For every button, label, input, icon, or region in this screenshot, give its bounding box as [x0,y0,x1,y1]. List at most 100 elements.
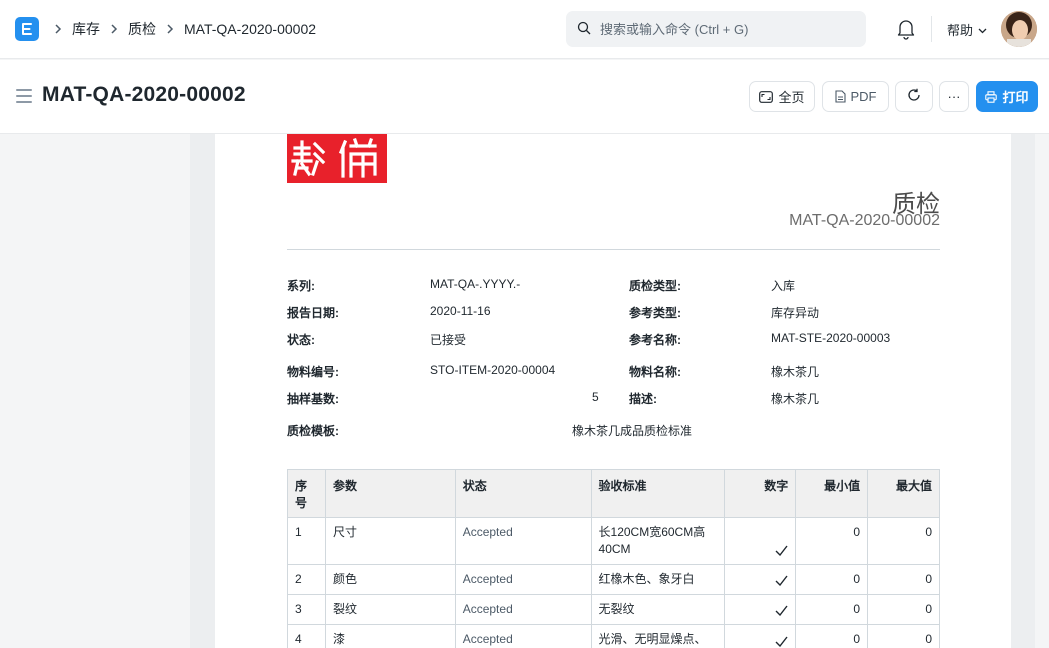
series-value: MAT-QA-.YYYY.- [430,277,521,291]
item-code-label: 物料编号: [287,365,339,379]
item-code-value: STO-ITEM-2020-00004 [430,363,556,377]
description-value: 橡木茶几 [771,392,820,406]
table-row: 3 裂纹 Accepted 无裂纹 0 0 [287,594,940,625]
inspection-type-value: 入库 [771,279,796,293]
chevron-right-icon [110,21,118,37]
row-parameter: 裂纹 [324,594,456,625]
table-header-row: 序号 参数 状态 验收标准 数字 最小值 最大值 [287,469,940,518]
item-name-value: 橡木茶几 [771,365,820,379]
notification-bell-icon[interactable] [896,18,916,40]
row-numeric [724,564,797,595]
row-criteria: 无裂纹 [590,594,726,625]
col-header-idx: 序号 [287,469,326,518]
print-button[interactable]: 打印 [976,81,1038,112]
row-status: Accepted [454,517,592,565]
user-avatar[interactable] [1001,11,1037,47]
full-page-button[interactable]: 全页 [749,81,815,112]
chevron-right-icon [166,21,174,37]
table-row: 1 尺寸 Accepted 长120CM宽60CM高40CM 0 0 [287,517,940,565]
col-header-parameter: 参数 [324,469,456,518]
reference-type-value: 库存异动 [771,306,820,320]
more-actions-button[interactable]: ··· [939,81,969,112]
col-header-status: 状态 [454,469,592,518]
sample-size-label: 抽样基数: [287,392,339,406]
row-parameter: 颜色 [324,564,456,595]
pdf-button[interactable]: PDF [822,81,889,112]
checkmark-icon [775,604,788,621]
checkmark-icon [775,574,788,591]
row-idx: 3 [287,594,326,625]
reference-name-value: MAT-STE-2020-00003 [771,331,891,345]
col-header-min: 最小值 [795,469,869,518]
row-criteria: 光滑、无明显燥点、颜色一致无明显色差 [590,624,726,648]
chevron-down-icon [978,22,987,37]
page-header: MAT-QA-2020-00002 全页 PDF ··· 打印 [0,60,1049,134]
help-label: 帮助 [947,23,974,38]
row-max: 0 [867,624,940,648]
row-idx: 2 [287,564,326,595]
row-max: 0 [867,517,940,565]
checkmark-icon [775,635,788,648]
refresh-button[interactable] [895,81,933,112]
navbar-divider [931,16,932,42]
full-page-label: 全页 [778,90,805,105]
app-logo-icon[interactable] [15,17,39,41]
row-status: Accepted [454,564,592,595]
col-header-max: 最大值 [867,469,940,518]
col-header-numeric: 数字 [724,469,797,518]
expand-icon [759,90,774,103]
sample-size-value: 5 [592,390,599,404]
report-date-label: 报告日期: [287,306,339,320]
top-navbar: 库存 质检 MAT-QA-2020-00002 帮助 [0,0,1049,59]
series-label: 系列: [287,279,315,293]
row-max: 0 [867,594,940,625]
row-idx: 4 [287,624,326,648]
table-row: 4 漆 Accepted 光滑、无明显燥点、颜色一致无明显色差 0 0 [287,624,940,648]
refresh-icon [907,88,921,105]
checkmark-icon [775,544,788,561]
row-parameter: 尺寸 [324,517,456,565]
heading-divider [287,249,940,250]
status-label: 状态: [287,333,315,347]
row-min: 0 [795,564,869,595]
row-criteria: 长120CM宽60CM高40CM [590,517,726,565]
pdf-label: PDF [850,89,877,104]
item-name-label: 物料名称: [629,365,681,379]
inspection-type-label: 质检类型: [629,279,681,293]
reference-type-label: 参考类型: [629,306,681,320]
col-header-criteria: 验收标准 [590,469,726,518]
row-status: Accepted [454,624,592,648]
awesome-bar[interactable] [566,11,866,47]
chevron-right-icon [54,21,62,37]
more-label: ··· [947,89,961,104]
search-input[interactable] [600,19,850,39]
row-status: Accepted [454,594,592,625]
document-name: MAT-QA-2020-00002 [789,212,940,229]
report-date-value: 2020-11-16 [430,304,491,318]
template-value: 橡木茶几成品质检标准 [572,424,693,438]
search-icon [577,21,592,41]
template-label: 质检模板: [287,424,339,438]
table-row: 2 颜色 Accepted 红橡木色、象牙白 0 0 [287,564,940,595]
sidebar-toggle-icon[interactable] [16,89,32,103]
readings-table: 序号 参数 状态 验收标准 数字 最小值 最大值 1 尺寸 Accepted 长… [287,469,940,648]
row-min: 0 [795,624,869,648]
help-dropdown[interactable]: 帮助 [947,20,987,39]
print-label: 打印 [1002,90,1029,105]
breadcrumb-quality-inspection[interactable]: 质检 [128,19,156,39]
company-logo [287,134,387,183]
description-label: 描述: [629,392,657,406]
row-min: 0 [795,594,869,625]
row-parameter: 漆 [324,624,456,648]
breadcrumb-document[interactable]: MAT-QA-2020-00002 [184,21,316,37]
row-idx: 1 [287,517,326,565]
row-max: 0 [867,564,940,595]
row-numeric [724,517,797,565]
breadcrumb-stock[interactable]: 库存 [72,19,100,39]
file-icon [834,90,846,103]
reference-name-label: 参考名称: [629,333,681,347]
row-numeric [724,594,797,625]
row-criteria: 红橡木色、象牙白 [590,564,726,595]
printer-icon [985,90,998,103]
status-value: 已接受 [430,333,467,347]
